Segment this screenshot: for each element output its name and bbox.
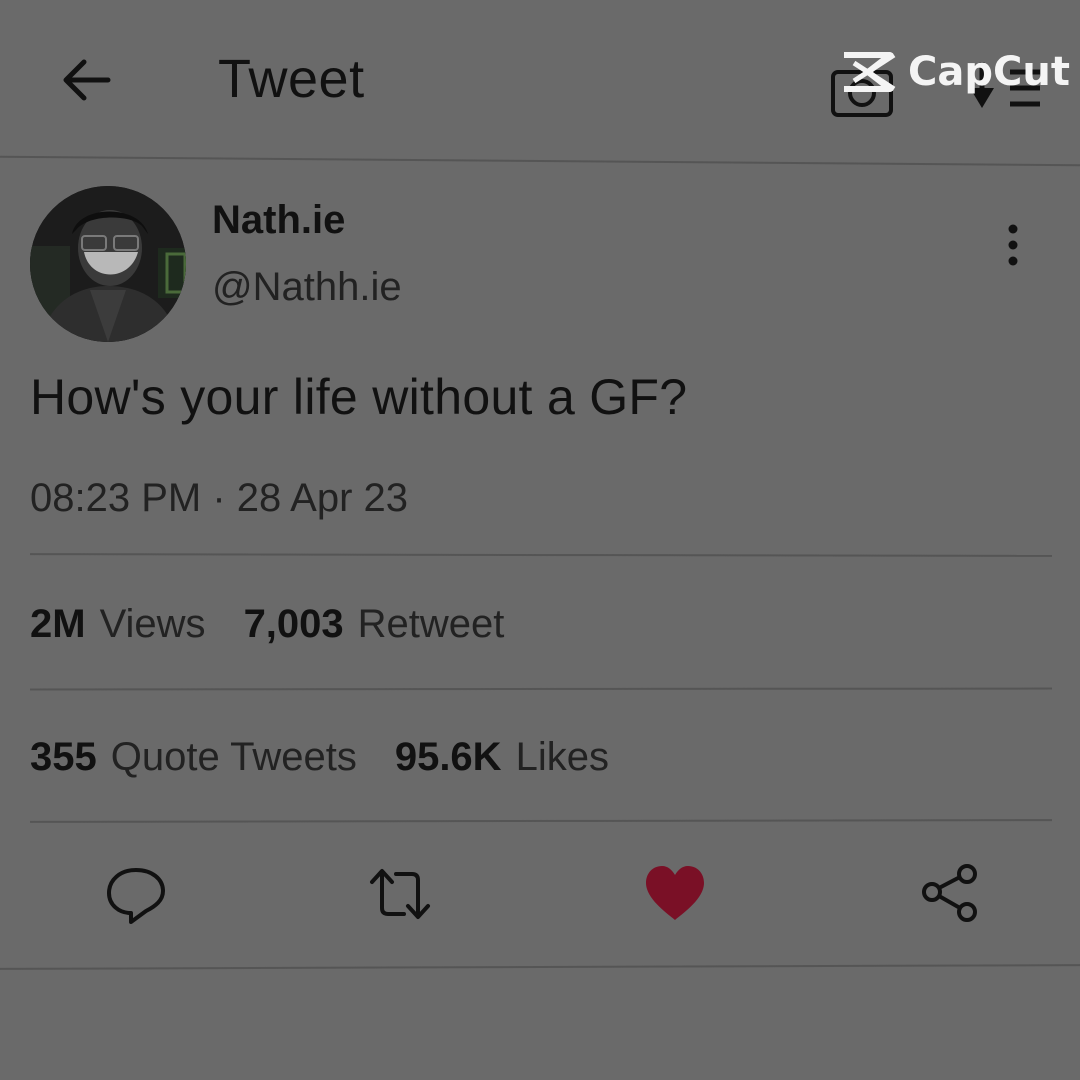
timestamp-divider [29, 553, 1053, 557]
heart-icon [646, 866, 704, 920]
stats-row-views-retweets: 2M Views 7,003 Retweet [30, 602, 542, 647]
more-options-button[interactable] [996, 222, 1030, 268]
tweet-text: How's your life without a GF? [30, 369, 688, 425]
actions-divider [0, 964, 1080, 970]
avatar[interactable] [30, 186, 186, 342]
reply-button[interactable] [104, 862, 168, 926]
likes-count[interactable]: 95.6K [395, 735, 502, 780]
reply-icon [107, 868, 165, 924]
quote-tweets-count[interactable]: 355 [30, 735, 97, 780]
capcut-logo-icon [844, 52, 896, 92]
tweet-timestamp: 08:23 PM · 28 Apr 23 [30, 476, 409, 520]
avatar-image [30, 186, 186, 342]
stats-divider-2 [29, 819, 1053, 823]
stats-divider-1 [29, 687, 1053, 691]
user-handle[interactable]: @Nathh.ie [212, 265, 402, 310]
retweet-label[interactable]: Retweet [358, 602, 505, 647]
stats-row-quotes-likes: 355 Quote Tweets 95.6K Likes [30, 735, 647, 780]
retweet-icon [370, 869, 430, 919]
capcut-watermark: CapCut [840, 48, 1070, 96]
header-divider [0, 155, 1080, 167]
views-label: Views [99, 602, 206, 646]
back-button[interactable] [58, 52, 114, 108]
share-button[interactable] [918, 862, 982, 926]
share-icon [922, 864, 977, 922]
page-title: Tweet [218, 49, 365, 109]
display-name[interactable]: Nath.ie [212, 198, 345, 243]
retweet-button[interactable] [368, 862, 432, 926]
retweet-count[interactable]: 7,003 [244, 602, 344, 647]
likes-label[interactable]: Likes [516, 735, 609, 780]
quote-tweets-label[interactable]: Quote Tweets [111, 735, 357, 780]
more-vertical-icon [1008, 224, 1018, 266]
like-button[interactable] [643, 862, 707, 926]
views-count: 2M [30, 602, 86, 646]
arrow-left-icon [63, 59, 111, 101]
watermark-text: CapCut [908, 49, 1070, 95]
